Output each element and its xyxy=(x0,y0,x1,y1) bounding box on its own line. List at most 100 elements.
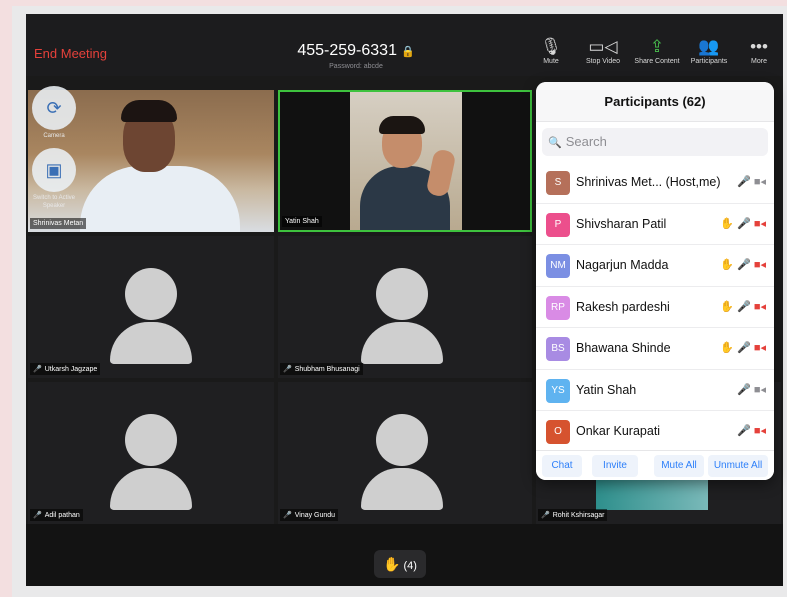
video-tile-active-speaker[interactable]: Yatin Shah xyxy=(278,90,532,232)
switch-camera-button[interactable]: ⟳ xyxy=(32,86,76,130)
raised-hands-indicator[interactable]: ✋ (4) xyxy=(374,550,426,578)
search-icon: 🔍 xyxy=(548,137,562,149)
avatar: YS xyxy=(546,378,570,403)
switch-camera-label: Camera xyxy=(43,133,65,139)
raised-hand-icon: ✋ xyxy=(720,342,735,354)
camera-switch-icon: ⟳ xyxy=(46,98,62,118)
participant-name-label: 🎤 Rohit Kshirsagar xyxy=(538,509,608,521)
participant-status: 🎤 ■◂ xyxy=(737,383,766,396)
participant-list: S Shrinivas Met... (Host,me) 🎤 ■◂ P Shivshara… xyxy=(536,162,774,453)
invite-button[interactable]: Invite xyxy=(592,455,638,477)
participant-row[interactable]: YS Yatin Shah 🎤 ■◂ xyxy=(536,370,774,411)
raised-hand-icon: ✋ xyxy=(383,556,401,572)
mic-muted-icon: 🎤 xyxy=(541,512,550,519)
mic-muted-icon: 🎤 xyxy=(283,512,292,519)
avatar-placeholder-icon xyxy=(376,414,428,466)
participant-status: ✋ 🎤 ■◂ xyxy=(720,217,766,230)
top-toolbar: End Meeting 455-259-6331 🔒 Password: abcd… xyxy=(26,14,783,76)
mute-button[interactable]: 🎙 Mute xyxy=(523,36,579,65)
participant-row[interactable]: NM Nagarjun Madda ✋ 🎤 ■◂ xyxy=(536,245,774,287)
share-icon: ⇪ xyxy=(649,37,665,56)
stop-video-button[interactable]: ▭◁ Stop Video xyxy=(575,36,631,65)
video-camera-icon: ■◂ xyxy=(753,176,766,188)
meeting-id-text: 455-259-6331 xyxy=(297,42,397,59)
video-off-icon: ■◂ xyxy=(753,425,766,437)
avatar-placeholder-icon xyxy=(125,414,177,466)
avatar: BS xyxy=(546,337,570,361)
participants-label: Participants xyxy=(690,58,728,65)
microphone-icon: 🎙 xyxy=(540,37,562,56)
mic-muted-icon: 🎤 xyxy=(737,342,751,354)
avatar: RP xyxy=(546,295,570,320)
stop-video-label: Stop Video xyxy=(585,58,621,65)
participant-row[interactable]: BS Bhawana Shinde ✋ 🎤 ■◂ xyxy=(536,328,774,370)
participant-name-label: 🎤 Shubham Bhusanagi xyxy=(280,363,363,375)
participant-name: Onkar Kurapati xyxy=(576,424,661,438)
raised-hand-icon: ✋ xyxy=(720,259,735,271)
video-off-icon: ■◂ xyxy=(753,259,766,271)
microphone-icon: 🎤 xyxy=(737,176,751,188)
video-off-icon: ■◂ xyxy=(753,300,766,313)
participant-row[interactable]: RP Rakesh pardeshi ✋ 🎤 ■◂ xyxy=(536,287,774,328)
participant-name: Shrinivas Met... (Host,me) xyxy=(576,175,721,189)
participant-status: ✋ 🎤 ■◂ xyxy=(720,341,766,354)
participant-name-label: 🎤 Vinay Gundu xyxy=(280,509,339,521)
participant-search-input[interactable]: 🔍 Search xyxy=(542,128,768,156)
participants-panel-footer: Chat Invite Mute All Unmute All xyxy=(536,450,774,480)
mute-label: Mute xyxy=(543,58,559,65)
avatar-placeholder-icon xyxy=(125,268,177,320)
raised-hand-icon: ✋ xyxy=(720,217,735,230)
meeting-id: 455-259-6331 🔒 xyxy=(276,42,436,60)
more-button[interactable]: ••• More xyxy=(731,36,783,65)
participant-row[interactable]: O Onkar Kurapati 🎤 ■◂ xyxy=(536,411,774,453)
participants-panel: Participants (62) 🔍 Search S Shrinivas Met… xyxy=(536,82,774,480)
share-content-label: Share Content xyxy=(634,58,680,65)
more-icon: ••• xyxy=(750,37,768,56)
participant-name: Bhawana Shinde xyxy=(576,341,671,355)
participant-status: ✋ 🎤 ■◂ xyxy=(720,300,766,313)
chat-button[interactable]: Chat xyxy=(542,455,582,477)
microphone-icon: 🎤 xyxy=(737,425,751,437)
video-off-icon: ■◂ xyxy=(753,342,766,354)
avatar: NM xyxy=(546,254,570,278)
search-placeholder: Search xyxy=(565,134,607,149)
avatar-placeholder-icon xyxy=(376,268,428,320)
video-tile[interactable]: 🎤 Adil pathan xyxy=(28,382,274,524)
participant-row[interactable]: S Shrinivas Met... (Host,me) 🎤 ■◂ xyxy=(536,162,774,204)
participant-name-label: 🎤 Utkarsh Jagzape xyxy=(30,363,101,375)
participant-status: 🎤 ■◂ xyxy=(737,175,766,188)
avatar: P xyxy=(546,212,570,237)
speaker-view-icon: ▣ xyxy=(45,160,63,180)
participant-name-label: 🎤 Adil pathan xyxy=(30,509,83,521)
video-tile[interactable]: 🎤 Vinay Gundu xyxy=(278,382,532,524)
participants-panel-title: Participants (62) xyxy=(536,82,774,122)
participants-icon: 👥 xyxy=(698,37,720,56)
mute-all-button[interactable]: Mute All xyxy=(654,455,704,477)
mic-muted-icon: 🎤 xyxy=(283,366,292,373)
microphone-icon: 🎤 xyxy=(737,217,751,230)
end-meeting-button[interactable]: End Meeting xyxy=(34,46,107,61)
participants-button[interactable]: 👥 Participants xyxy=(681,36,737,65)
mic-muted-icon: 🎤 xyxy=(737,300,751,313)
unmute-all-button[interactable]: Unmute All xyxy=(708,455,768,477)
participant-name-label: Shrinivas Metan xyxy=(30,218,87,229)
microphone-icon: 🎤 xyxy=(737,383,751,396)
participant-name: Nagarjun Madda xyxy=(576,258,669,272)
share-content-button[interactable]: ⇪ Share Content xyxy=(629,36,685,65)
video-tile[interactable]: 🎤 Utkarsh Jagzape xyxy=(28,236,274,378)
participant-name: Rakesh pardeshi xyxy=(576,299,670,314)
switch-speaker-view-button[interactable]: ▣ xyxy=(32,148,76,192)
lock-icon: 🔒 xyxy=(400,46,415,58)
switch-speaker-label: Switch to Active Speaker xyxy=(32,195,76,209)
participant-name: Shivsharan Patil xyxy=(576,216,667,231)
video-off-icon: ■◂ xyxy=(753,217,766,230)
participant-status: 🎤 ■◂ xyxy=(737,424,766,437)
participant-row[interactable]: P Shivsharan Patil ✋ 🎤 ■◂ xyxy=(536,204,774,245)
raised-hands-count: (4) xyxy=(403,560,417,572)
video-tile[interactable]: 🎤 Shubham Bhusanagi xyxy=(278,236,532,378)
participant-name: Yatin Shah xyxy=(576,382,637,397)
mic-muted-icon: 🎤 xyxy=(33,366,42,373)
mic-muted-icon: 🎤 xyxy=(737,259,751,271)
avatar: O xyxy=(546,420,570,444)
video-camera-icon: ▭◁ xyxy=(588,37,618,56)
